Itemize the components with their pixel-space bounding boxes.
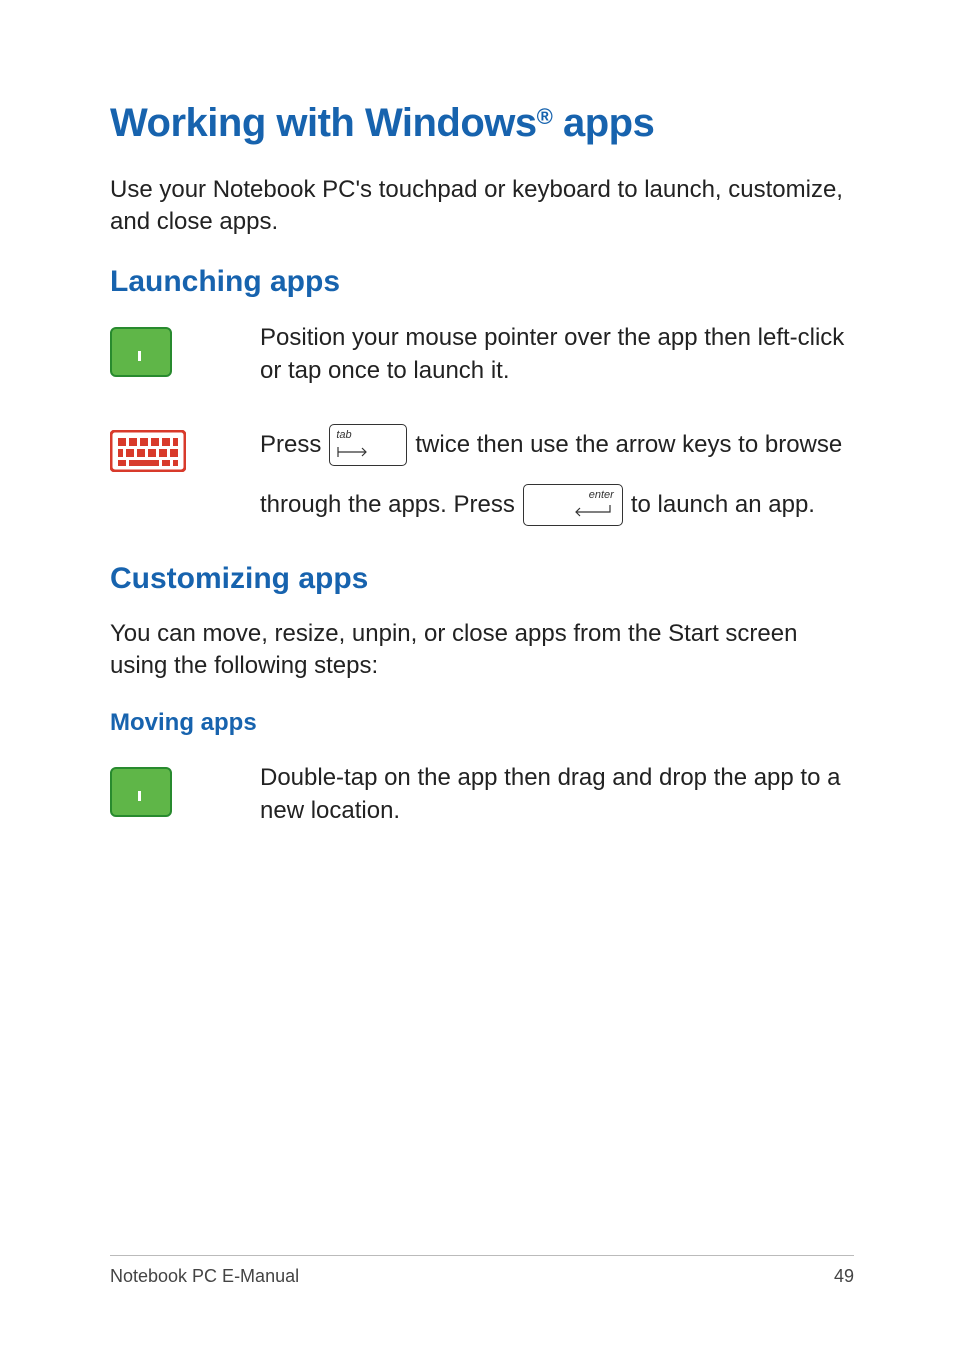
heading-customizing-apps: Customizing apps <box>110 562 854 596</box>
touchpad-icon <box>110 767 172 817</box>
moving-touchpad-text: Double-tap on the app then drag and drop… <box>260 761 854 828</box>
page-number: 49 <box>834 1266 854 1287</box>
tab-key-label: tab <box>336 428 351 443</box>
heading-moving-apps: Moving apps <box>110 709 854 737</box>
h1-pre: Working with Windows <box>110 101 537 145</box>
enter-key-icon: enter <box>523 484 623 526</box>
text-launch-app: to launch an app. <box>631 488 815 522</box>
heading-launching-apps: Launching apps <box>110 265 854 299</box>
icon-cell <box>110 761 260 817</box>
text-twice: twice then use the arrow keys to browse <box>415 428 842 462</box>
row-touchpad-moving: Double-tap on the app then drag and drop… <box>110 761 854 828</box>
h1-post: apps <box>552 101 654 145</box>
enter-key-label: enter <box>530 488 616 503</box>
heading-1: Working with Windows® apps <box>110 100 854 146</box>
registered-mark: ® <box>537 104 553 129</box>
icon-cell <box>110 424 260 472</box>
intro-paragraph: Use your Notebook PC's touchpad or keybo… <box>110 174 854 239</box>
customizing-intro: You can move, resize, unpin, or close ap… <box>110 618 854 683</box>
page-footer: Notebook PC E-Manual 49 <box>110 1255 854 1287</box>
tab-key-icon: tab <box>329 424 407 466</box>
footer-title: Notebook PC E-Manual <box>110 1266 299 1287</box>
icon-cell <box>110 321 260 377</box>
kb-line2: through the apps. Press enter to launch … <box>260 484 854 526</box>
text-press: Press <box>260 428 321 462</box>
kb-line1: Press tab twice then use the arrow keys … <box>260 424 854 466</box>
row-keyboard-launch: Press tab twice then use the arrow keys … <box>110 424 854 526</box>
text-through: through the apps. Press <box>260 488 515 522</box>
launch-touchpad-text: Position your mouse pointer over the app… <box>260 321 854 388</box>
row-touchpad-launch: Position your mouse pointer over the app… <box>110 321 854 388</box>
keyboard-instruction: Press tab twice then use the arrow keys … <box>260 424 854 526</box>
touchpad-icon <box>110 327 172 377</box>
page: Working with Windows® apps Use your Note… <box>0 0 954 1345</box>
keyboard-icon <box>110 430 186 472</box>
